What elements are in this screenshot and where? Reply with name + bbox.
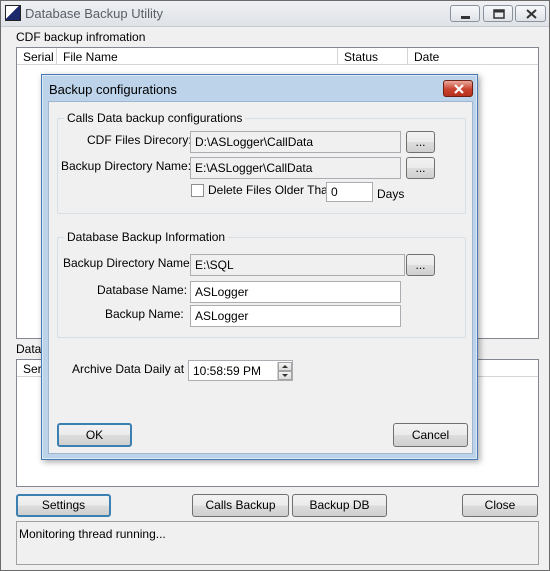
spin-up-button[interactable] <box>278 362 292 371</box>
close-window-button[interactable] <box>515 5 546 22</box>
status-text: Monitoring thread running... <box>19 527 166 541</box>
db-backup-dir-browse-button[interactable]: ... <box>406 254 435 276</box>
spin-down-button[interactable] <box>278 371 292 380</box>
delete-old-files-checkbox[interactable] <box>191 184 204 197</box>
maximize-button[interactable] <box>483 5 513 22</box>
minimize-icon <box>461 16 470 19</box>
backup-dir-field[interactable]: E:\ASLogger\CallData <box>190 157 401 179</box>
db-backup-group-title: Database Backup Information <box>64 230 229 244</box>
close-icon <box>526 9 537 19</box>
cdf-dir-field[interactable]: D:\ASLogger\CallData <box>190 131 401 153</box>
close-icon <box>454 84 464 94</box>
arrow-down-icon <box>282 374 288 377</box>
column-header-date[interactable]: Date <box>408 48 538 65</box>
cdf-dir-browse-button[interactable]: ... <box>406 131 435 153</box>
backup-db-button[interactable]: Backup DB <box>292 494 387 517</box>
archive-time-value: 10:58:59 PM <box>193 364 262 378</box>
status-bar: Monitoring thread running... <box>16 521 539 565</box>
cdf-dir-label: CDF Files Direcory: <box>87 133 192 147</box>
days-label: Days <box>377 187 405 201</box>
time-spin-control[interactable] <box>277 362 292 380</box>
archive-time-picker[interactable]: 10:58:59 PM <box>188 360 293 381</box>
main-title-bar[interactable]: Database Backup Utility <box>1 1 549 27</box>
minimize-button[interactable] <box>450 5 480 22</box>
dialog-frame: Backup configurations Calls Data backup … <box>42 75 477 459</box>
calls-backup-button[interactable]: Calls Backup <box>192 494 289 517</box>
archive-label: Archive Data Daily at : <box>72 362 191 376</box>
backup-dir-browse-button[interactable]: ... <box>406 157 435 179</box>
app-icon <box>5 5 21 21</box>
window-title: Database Backup Utility <box>25 6 164 21</box>
db-backup-dir-label: Backup Directory Name: <box>63 256 194 270</box>
ok-button[interactable]: OK <box>57 423 132 447</box>
cdf-section-label: CDF backup infromation <box>16 30 146 44</box>
settings-button[interactable]: Settings <box>16 494 111 517</box>
dialog-title: Backup configurations <box>49 82 177 97</box>
days-input[interactable]: 0 <box>326 182 373 202</box>
backup-dir-label: Backup Directory Name: <box>61 159 192 173</box>
db-name-label: Database Name: <box>97 283 188 297</box>
backup-name-input[interactable]: ASLogger <box>190 305 401 327</box>
arrow-up-icon <box>282 365 288 368</box>
column-header-file-name[interactable]: File Name <box>57 48 338 65</box>
cancel-button[interactable]: Cancel <box>393 423 468 447</box>
maximize-icon <box>493 9 505 19</box>
close-button[interactable]: Close <box>462 494 538 517</box>
db-name-input[interactable]: ASLogger <box>190 281 401 303</box>
dialog-close-button[interactable] <box>443 80 473 97</box>
delete-old-files-label[interactable]: Delete Files Older Than <box>208 183 335 197</box>
backup-config-dialog: Backup configurations Calls Data backup … <box>41 74 478 460</box>
backup-name-label: Backup Name: <box>105 307 184 321</box>
dialog-body: Calls Data backup configurations CDF Fil… <box>48 101 473 454</box>
column-header-status[interactable]: Status <box>338 48 408 65</box>
calls-data-group-title: Calls Data backup configurations <box>64 111 246 125</box>
column-header-serial[interactable]: Serial <box>17 48 57 65</box>
db-backup-dir-field[interactable]: E:\SQL <box>190 254 405 276</box>
